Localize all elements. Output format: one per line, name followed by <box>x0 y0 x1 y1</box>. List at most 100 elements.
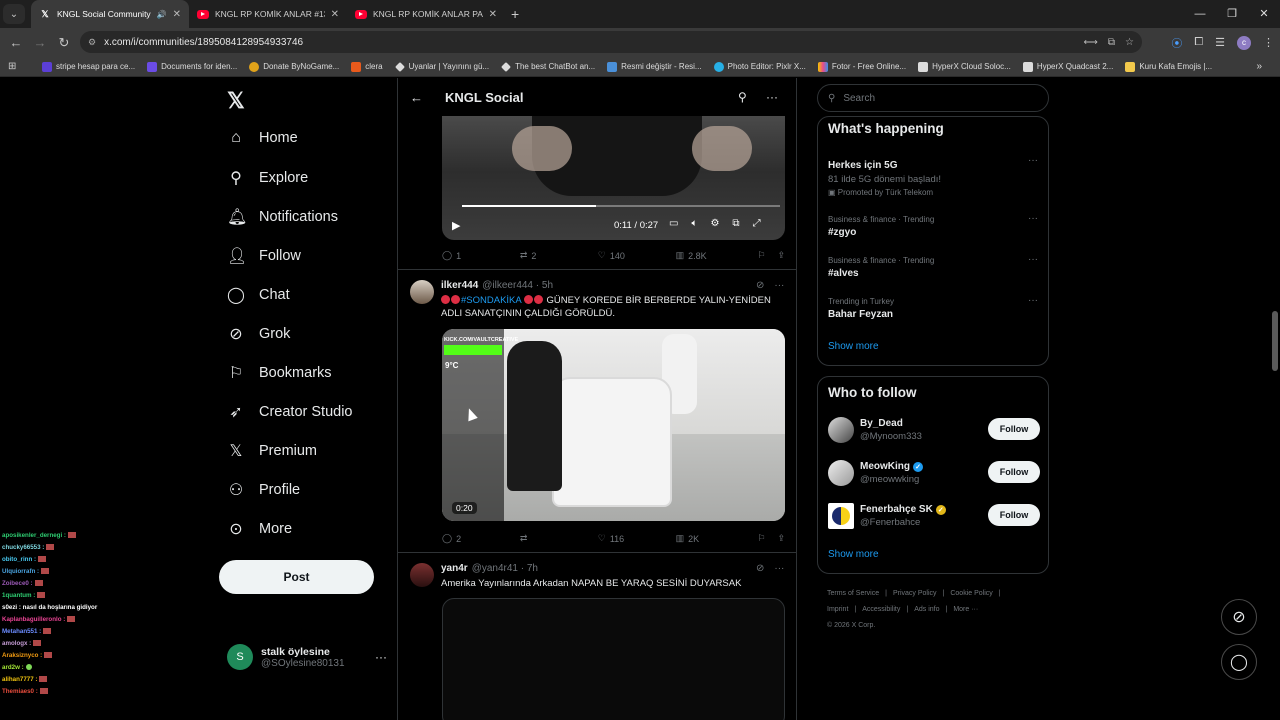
account-switcher[interactable]: S stalk öylesine @SOylesine80131 ··· <box>227 644 387 670</box>
bookmark[interactable]: HyperX Cloud Soloc... <box>912 61 1017 72</box>
tab-search-button[interactable]: ⌄ <box>3 4 25 24</box>
bookmark[interactable]: HyperX Quadcast 2... <box>1017 61 1119 72</box>
footer-link[interactable]: Privacy Policy <box>893 590 937 597</box>
fullscreen-icon[interactable]: ⤢ <box>753 218 761 229</box>
more-dots-icon[interactable]: ··· <box>1028 295 1038 306</box>
nav-premium[interactable]: 𝕏 Premium <box>227 441 317 461</box>
repost-button[interactable]: ⇄ <box>520 533 598 544</box>
back-arrow-icon[interactable]: ← <box>410 90 423 105</box>
more-dots-icon[interactable]: ··· <box>774 280 784 291</box>
follow-button[interactable]: Follow <box>988 418 1040 440</box>
views-button[interactable]: ▥ 2K <box>676 533 758 544</box>
avatar[interactable] <box>410 280 434 304</box>
follow-button[interactable]: Follow <box>988 461 1040 483</box>
follow-button[interactable]: Follow <box>988 504 1040 526</box>
share-icon[interactable]: ⇪ <box>777 250 785 261</box>
video-player[interactable]: ▶ 0:11 / 0:27 ▭ 🔈︎ ⚙ ⧉ ⤢ <box>442 116 785 240</box>
address-bar[interactable]: ⚙ x.com/i/communities/189508412895493374… <box>80 31 1142 53</box>
tweet-author[interactable]: ilker444 <box>441 280 478 291</box>
grok-fab-icon[interactable]: ⊘ <box>1221 599 1257 635</box>
footer-link[interactable]: More ··· <box>953 606 978 613</box>
close-icon[interactable]: ✕ <box>489 9 497 20</box>
nav-follow[interactable]: 👤︎ Follow <box>227 246 301 266</box>
repost-button[interactable]: ⇄ 2 <box>520 250 598 261</box>
follow-suggestion[interactable]: By_Dead @Mynoom333 Follow <box>828 415 1040 445</box>
captions-icon[interactable]: ▭ <box>669 218 678 229</box>
apps-icon[interactable]: ⊞ <box>8 61 22 72</box>
volume-icon[interactable]: 🔈︎ <box>691 218 697 229</box>
like-button[interactable]: ♡ 140 <box>598 250 676 261</box>
settings-icon[interactable]: ⚙ <box>710 218 719 229</box>
bookmark[interactable]: Donate ByNoGame... <box>243 61 345 72</box>
grok-icon[interactable]: ⊘ <box>756 280 764 291</box>
bookmark[interactable]: Resmi değiştir - Resi... <box>601 61 707 72</box>
nav-profile[interactable]: ⚇ Profile <box>227 480 300 500</box>
nav-explore[interactable]: ⚲ Explore <box>227 168 308 188</box>
avatar[interactable] <box>410 563 434 587</box>
nav-more[interactable]: ⊙ More <box>227 519 292 539</box>
bookmark[interactable]: Kuru Kafa Emojis |... <box>1119 61 1218 72</box>
reload-icon[interactable]: ↻ <box>52 35 76 51</box>
close-icon[interactable]: ✕ <box>173 9 181 20</box>
footer-link[interactable]: Imprint <box>827 606 848 613</box>
video-progress-bar[interactable] <box>462 205 780 207</box>
more-bookmarks-icon[interactable]: » <box>1256 61 1262 72</box>
profile-avatar[interactable]: c <box>1237 35 1251 50</box>
nav-bookmarks[interactable]: ⚐ Bookmarks <box>227 363 332 383</box>
extension-icon[interactable]: ⦿ <box>1171 35 1182 51</box>
back-icon[interactable]: ← <box>4 35 28 50</box>
trend-item[interactable]: Trending in Turkey Bahar Feyzan ··· <box>828 295 1040 320</box>
more-dots-icon[interactable]: ··· <box>1028 155 1038 166</box>
hashtag-link[interactable]: #SONDAKİKA <box>461 295 521 306</box>
translate-icon[interactable]: ⟷ <box>1084 37 1098 48</box>
bookmark[interactable]: clera <box>345 61 388 72</box>
media-control-icon[interactable]: ☰ <box>1215 36 1225 49</box>
trend-item[interactable]: Business & finance · Trending #zgyo ··· <box>828 213 1040 238</box>
tweet-video[interactable]: KICK.COM/VAULTCREATIVE 9°C 0:20 <box>442 329 785 521</box>
bookmark[interactable]: stripe hesap para ce... <box>36 61 141 72</box>
nav-chat[interactable]: ◯ Chat <box>227 285 290 305</box>
follow-suggestion[interactable]: Fenerbahçe SK ✓ @Fenerbahce Follow <box>828 501 1040 531</box>
reply-button[interactable]: ◯ 1 <box>442 250 520 261</box>
bookmark[interactable]: Photo Editor: Pixlr X... <box>708 61 812 72</box>
trend-item[interactable]: Business & finance · Trending #alves ··· <box>828 254 1040 279</box>
like-button[interactable]: ♡ 116 <box>598 533 676 544</box>
bookmark[interactable]: The best ChatBot an... <box>495 61 601 72</box>
more-dots-icon[interactable]: ··· <box>1028 254 1038 265</box>
close-icon[interactable]: ✕ <box>331 9 339 20</box>
browser-tab[interactable]: KNGL RP KOMİK ANLAR PART 4 ✕ <box>347 0 505 28</box>
grok-icon[interactable]: ⊘ <box>756 563 764 574</box>
nav-notifications[interactable]: 🔔︎ Notifications <box>227 207 338 227</box>
show-more-link[interactable]: Show more <box>828 341 879 352</box>
more-dots-icon[interactable]: ··· <box>375 650 387 664</box>
bookmark-icon[interactable]: ⚐ <box>757 250 777 261</box>
restore-icon[interactable]: ❐ <box>1216 0 1248 28</box>
browser-tab[interactable]: 𝕏 KNGL Social Community / X 🔊 ✕ <box>31 0 189 28</box>
more-dots-icon[interactable]: ··· <box>1028 213 1038 224</box>
bookmark[interactable]: Documents for iden... <box>141 61 243 72</box>
trend-item[interactable]: Herkes için 5G 81 ilde 5G dönemi başladı… <box>828 155 1040 197</box>
x-logo-icon[interactable]: 𝕏 <box>227 88 245 114</box>
new-tab-button[interactable]: + <box>511 6 519 22</box>
page-scrollbar[interactable] <box>1270 78 1280 720</box>
footer-link[interactable]: Accessibility <box>862 606 900 613</box>
menu-dots-icon[interactable]: ⋮ <box>1263 36 1274 49</box>
install-icon[interactable]: ⧉ <box>1108 37 1115 48</box>
show-more-link[interactable]: Show more <box>828 549 879 560</box>
post-button[interactable]: Post <box>219 560 374 594</box>
speaker-icon[interactable]: 🔊 <box>157 10 167 19</box>
follow-suggestion[interactable]: MeowKing ✓ @meowwking Follow <box>828 458 1040 488</box>
popout-icon[interactable]: ⧉ <box>732 218 739 229</box>
star-icon[interactable]: ☆ <box>1125 37 1134 48</box>
site-info-icon[interactable]: ⚙ <box>88 37 96 48</box>
bookmark-icon[interactable]: ⚐ <box>757 533 777 544</box>
more-dots-icon[interactable]: ··· <box>774 563 784 574</box>
more-dots-icon[interactable]: ··· <box>766 90 778 104</box>
views-button[interactable]: ▥ 2.8K <box>676 250 758 261</box>
search-icon[interactable]: ⚲ <box>738 90 747 104</box>
tweet-video[interactable] <box>442 598 785 720</box>
close-window-icon[interactable]: ✕ <box>1248 0 1280 28</box>
nav-grok[interactable]: ⊘ Grok <box>227 324 290 344</box>
reply-button[interactable]: ◯ 2 <box>442 533 520 544</box>
share-icon[interactable]: ⇪ <box>777 533 785 544</box>
